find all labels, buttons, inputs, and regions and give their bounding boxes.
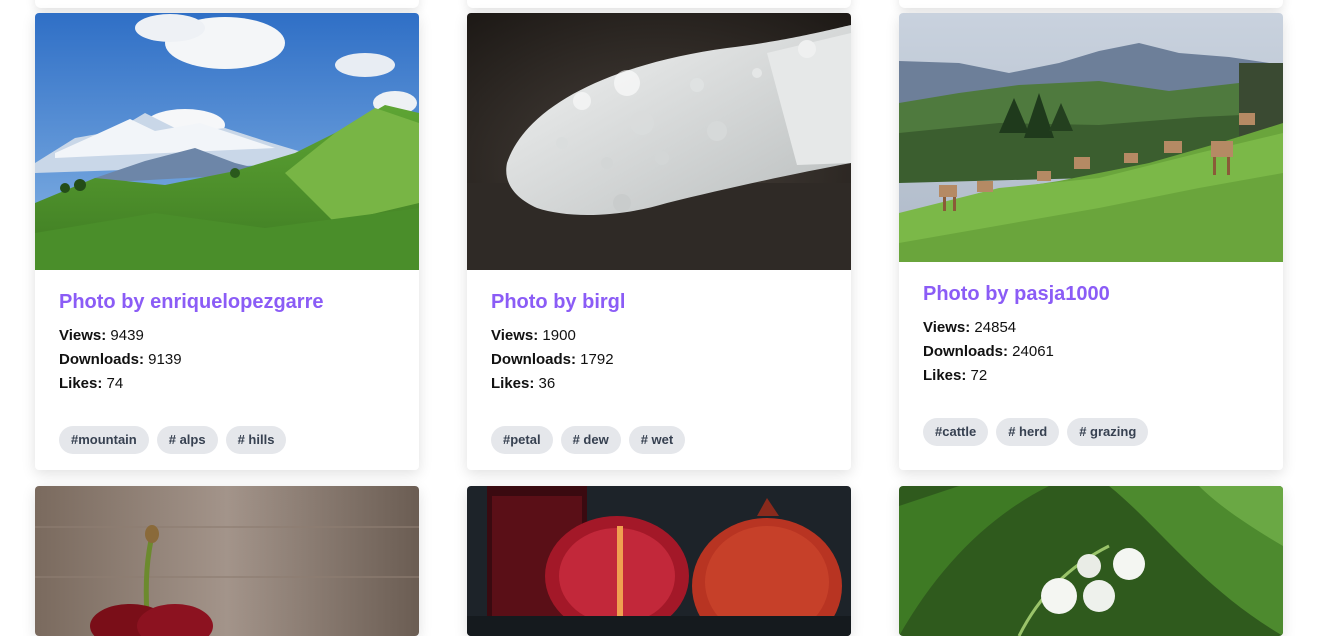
previous-card-edge [35,0,419,8]
likes-label: Likes: [491,375,535,392]
downloads-label: Downloads: [59,351,144,368]
photo-card[interactable]: Photo by enriquelopezgarre Views: 9439 D… [35,13,419,470]
likes-stat: Likes: 72 [923,364,1259,388]
likes-value: 74 [106,375,124,392]
likes-value: 36 [538,375,556,392]
tag-chip[interactable]: # hills [225,426,287,454]
views-label: Views: [491,327,539,344]
photo-image-pomegranate[interactable] [467,486,851,636]
likes-label: Likes: [59,375,103,392]
likes-value: 72 [970,367,988,384]
photo-card[interactable] [35,486,419,636]
photo-image-cattle[interactable] [899,13,1283,262]
views-value: 1900 [542,327,576,344]
photo-image-lily-of-the-valley[interactable] [899,486,1283,636]
views-value: 9439 [110,327,144,344]
likes-stat: Likes: 74 [59,372,395,396]
views-label: Views: [923,319,971,336]
downloads-label: Downloads: [491,351,576,368]
downloads-value: 9139 [148,351,182,368]
tag-chip[interactable]: # grazing [1067,418,1149,446]
tag-chip[interactable]: # herd [996,418,1060,446]
tag-chip[interactable]: # alps [156,426,218,454]
downloads-value: 1792 [580,351,614,368]
downloads-stat: Downloads: 9139 [59,348,395,372]
downloads-stat: Downloads: 24061 [923,340,1259,364]
photo-card[interactable] [899,486,1283,636]
photo-image-petal[interactable] [467,13,851,270]
tag-chip[interactable]: #cattle [923,418,989,446]
downloads-label: Downloads: [923,343,1008,360]
card-title[interactable]: Photo by birgl [491,290,827,314]
photo-image-cherry[interactable] [35,486,419,636]
photo-card[interactable] [467,486,851,636]
views-stat: Views: 9439 [59,324,395,348]
photo-card[interactable]: Photo by birgl Views: 1900 Downloads: 17… [467,13,851,470]
photo-card[interactable]: Photo by pasja1000 Views: 24854 Download… [899,13,1283,470]
tag-chip[interactable]: # dew [560,426,621,454]
views-stat: Views: 24854 [923,316,1259,340]
downloads-value: 24061 [1012,343,1054,360]
tag-chip[interactable]: #mountain [59,426,149,454]
tag-chip[interactable]: # wet [628,426,686,454]
tag-list: #mountain # alps # hills [59,426,287,454]
tag-list: #cattle # herd # grazing [923,418,1149,446]
previous-card-edge [899,0,1283,8]
tag-list: #petal # dew # wet [491,426,686,454]
card-title[interactable]: Photo by pasja1000 [923,282,1259,306]
previous-card-edge [467,0,851,8]
likes-label: Likes: [923,367,967,384]
card-title[interactable]: Photo by enriquelopezgarre [59,290,395,314]
likes-stat: Likes: 36 [491,372,827,396]
photo-image-mountain[interactable] [35,13,419,270]
views-value: 24854 [974,319,1017,336]
views-stat: Views: 1900 [491,324,827,348]
downloads-stat: Downloads: 1792 [491,348,827,372]
tag-chip[interactable]: #petal [491,426,553,454]
views-label: Views: [59,327,107,344]
